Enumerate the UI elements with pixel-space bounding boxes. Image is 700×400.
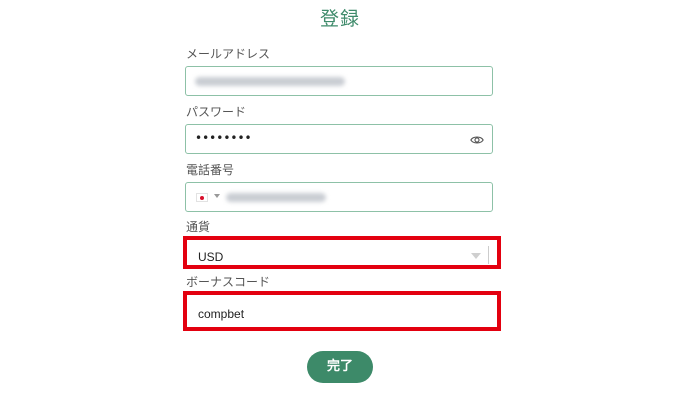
japan-flag-icon[interactable] bbox=[196, 193, 208, 202]
bonus-code-input[interactable]: compbet bbox=[191, 299, 493, 323]
phone-field[interactable] bbox=[185, 182, 493, 212]
select-divider bbox=[488, 246, 489, 264]
password-field[interactable]: •••••••• bbox=[185, 124, 493, 154]
currency-selected-value: USD bbox=[198, 250, 224, 264]
registration-page: 登録 メールアドレス パスワード •••••••• 電話番号 通貨 USD ボー… bbox=[0, 0, 700, 400]
bonus-code-highlight-frame: compbet bbox=[183, 291, 501, 331]
password-label: パスワード bbox=[186, 105, 247, 119]
page-title: 登録 bbox=[319, 8, 360, 30]
email-field[interactable] bbox=[185, 66, 493, 96]
bonus-code-value: compbet bbox=[198, 307, 245, 321]
obscured-phone-value bbox=[226, 193, 326, 202]
phone-label: 電話番号 bbox=[186, 163, 235, 177]
submit-button[interactable]: 完了 bbox=[307, 351, 373, 383]
chevron-down-icon[interactable] bbox=[214, 194, 220, 198]
currency-select[interactable]: USD bbox=[191, 244, 493, 264]
password-masked-value: •••••••• bbox=[195, 131, 252, 145]
eye-icon[interactable] bbox=[470, 133, 484, 147]
chevron-down-icon[interactable] bbox=[471, 253, 481, 259]
bonus-code-label: ボーナスコード bbox=[186, 275, 271, 289]
currency-label: 通貨 bbox=[186, 220, 211, 234]
email-label: メールアドレス bbox=[186, 47, 271, 61]
currency-highlight-frame: USD bbox=[183, 236, 501, 269]
obscured-email-value bbox=[195, 77, 345, 86]
